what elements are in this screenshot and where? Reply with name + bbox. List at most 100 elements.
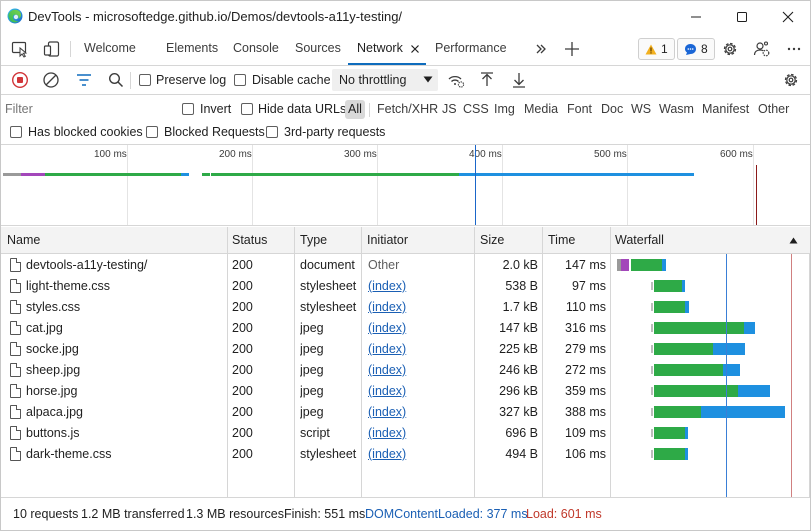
throttling-select[interactable]: No throttling — [332, 69, 438, 91]
has-blocked-cookies-checkbox[interactable] — [10, 126, 22, 138]
table-row[interactable]: sheep.jpg 200 jpeg (index) 246 kB 272 ms — [1, 360, 611, 381]
chevron-double-right-icon — [536, 44, 546, 54]
invert-checkbox[interactable] — [182, 103, 194, 115]
cell-initiator[interactable]: (index) — [368, 423, 468, 444]
third-party-requests-checkbox[interactable] — [266, 126, 278, 138]
table-row[interactable]: horse.jpg 200 jpeg (index) 296 kB 359 ms — [1, 381, 611, 402]
cell-time: 316 ms — [565, 321, 606, 335]
filter-type-all[interactable]: All — [345, 100, 365, 119]
cell-initiator[interactable]: (index) — [368, 318, 468, 339]
warnings-badge[interactable]: 1 — [638, 38, 675, 60]
settings-button[interactable] — [721, 40, 739, 58]
overview-timeline[interactable]: 100 ms 200 ms 300 ms 400 ms 500 ms 600 m… — [1, 145, 810, 226]
waterfall-waiting-segment — [654, 406, 701, 418]
table-row[interactable]: cat.jpg 200 jpeg (index) 147 kB 316 ms — [1, 318, 611, 339]
import-har-button[interactable] — [478, 71, 496, 89]
waterfall-queue-segment — [651, 282, 653, 290]
filter-type-wasm[interactable]: Wasm — [657, 100, 696, 119]
table-row[interactable]: socke.jpg 200 jpeg (index) 225 kB 279 ms — [1, 339, 611, 360]
maximize-button[interactable] — [719, 1, 765, 32]
close-window-button[interactable] — [765, 1, 811, 32]
stop-recording-button[interactable] — [11, 71, 29, 89]
column-header-status[interactable]: Status — [226, 227, 267, 253]
export-har-button[interactable] — [510, 71, 528, 89]
filter-type-font[interactable]: Font — [565, 100, 594, 119]
upload-icon — [481, 72, 493, 86]
sort-ascending-icon[interactable] — [789, 237, 798, 244]
column-header-initiator[interactable]: Initiator — [361, 227, 408, 253]
waterfall-download-segment — [662, 259, 666, 271]
tab-console[interactable]: Console — [233, 32, 279, 66]
divider — [70, 41, 71, 57]
dom-content-loaded-marker — [475, 145, 476, 225]
status-finish: Finish: 551 ms — [284, 507, 366, 521]
column-header-waterfall[interactable]: Waterfall — [609, 227, 664, 253]
cell-initiator[interactable]: (index) — [368, 444, 468, 465]
tab-sources[interactable]: Sources — [295, 32, 341, 66]
blocked-requests-checkbox[interactable] — [146, 126, 158, 138]
tab-welcome[interactable]: Welcome — [84, 32, 136, 66]
disable-cache-checkbox[interactable] — [234, 74, 246, 86]
inspect-element-button[interactable] — [11, 40, 29, 58]
cell-initiator[interactable]: (index) — [368, 402, 468, 423]
table-row[interactable]: styles.css 200 stylesheet (index) 1.7 kB 110 … — [1, 297, 611, 318]
cell-size: 696 B — [505, 426, 538, 440]
close-network-tab-button[interactable] — [406, 40, 424, 58]
table-row[interactable]: dark-theme.css 200 stylesheet (index) 494 B 1… — [1, 444, 611, 465]
more-options-button[interactable] — [785, 40, 803, 58]
cell-initiator[interactable]: (index) — [368, 360, 468, 381]
issues-badge[interactable]: 8 — [677, 38, 715, 60]
hide-data-urls-checkbox[interactable] — [241, 103, 253, 115]
filter-toggle-button[interactable] — [75, 71, 93, 89]
device-emulation-button[interactable] — [43, 40, 61, 58]
search-button[interactable] — [107, 71, 125, 89]
waterfall-queue-segment — [651, 429, 653, 437]
filter-type-media[interactable]: Media — [522, 100, 560, 119]
cell-type: stylesheet — [300, 447, 357, 461]
minimize-icon — [691, 16, 701, 17]
filter-type-manifest[interactable]: Manifest — [700, 100, 751, 119]
device-toggle-icon — [43, 41, 60, 57]
tab-elements[interactable]: Elements — [166, 32, 218, 66]
waterfall-load-line — [791, 254, 792, 497]
cell-initiator[interactable]: (index) — [368, 276, 468, 297]
clear-button[interactable] — [42, 71, 60, 89]
filter-type-fetch-xhr[interactable]: Fetch/XHR — [375, 100, 440, 119]
overview-gridline — [127, 145, 128, 225]
cell-size: 296 kB — [499, 384, 538, 398]
tab-performance[interactable]: Performance — [435, 32, 507, 66]
waterfall-waiting-segment — [654, 343, 714, 355]
wifi-settings-icon — [448, 75, 465, 88]
network-conditions-button[interactable] — [447, 71, 465, 89]
customize-button[interactable] — [753, 40, 771, 58]
filter-input[interactable] — [5, 99, 165, 119]
cell-status: 200 — [232, 447, 253, 461]
column-header-name[interactable]: Name — [1, 227, 40, 253]
waterfall-queue-segment — [651, 366, 653, 374]
table-row[interactable]: buttons.js 200 script (index) 696 B 109 ms — [1, 423, 611, 444]
column-header-type[interactable]: Type — [294, 227, 327, 253]
column-header-size[interactable]: Size — [474, 227, 504, 253]
filter-type-css[interactable]: CSS — [461, 100, 491, 119]
filter-type-ws[interactable]: WS — [629, 100, 653, 119]
preserve-log-checkbox[interactable] — [139, 74, 151, 86]
requests-table-header: Name Status Type Initiator Size Time Wat… — [1, 227, 810, 254]
table-row[interactable]: light-theme.css 200 stylesheet (index) 538 B… — [1, 276, 611, 297]
table-row[interactable]: alpaca.jpg 200 jpeg (index) 327 kB 388 ms — [1, 402, 611, 423]
tab-network[interactable]: Network — [357, 32, 403, 66]
cell-initiator[interactable]: (index) — [368, 297, 468, 318]
filter-type-img[interactable]: Img — [492, 100, 517, 119]
more-tabs-button[interactable] — [532, 40, 550, 58]
filter-type-js[interactable]: JS — [440, 100, 459, 119]
table-row[interactable]: devtools-a11y-testing/200 document Other 2.… — [1, 255, 611, 276]
column-header-time[interactable]: Time — [542, 227, 575, 253]
add-tab-button[interactable] — [563, 40, 581, 58]
filter-type-doc[interactable]: Doc — [599, 100, 625, 119]
cell-type: jpeg — [300, 321, 324, 335]
waterfall-queue-segment — [651, 303, 653, 311]
minimize-button[interactable] — [673, 1, 719, 32]
cell-initiator[interactable]: (index) — [368, 339, 468, 360]
cell-initiator[interactable]: (index) — [368, 381, 468, 402]
filter-type-other[interactable]: Other — [756, 100, 791, 119]
network-settings-button[interactable] — [782, 71, 800, 89]
